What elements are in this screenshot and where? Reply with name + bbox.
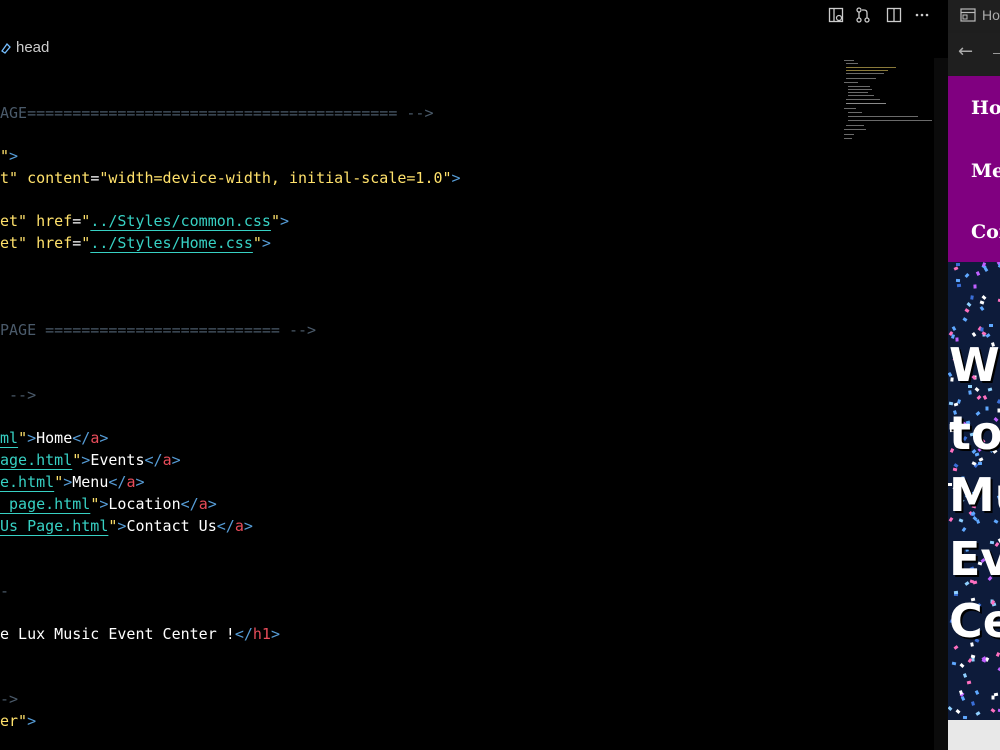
code-line: AGE=====================================… [0,104,434,122]
confetti-piece [964,308,970,313]
preview-tab[interactable]: Ho [948,0,1000,30]
nav-link-contact[interactable]: Contact [971,221,1000,243]
confetti-piece [970,295,974,300]
code-link[interactable]: e.html [0,473,54,491]
code-line: age.html">Events</a> [0,451,181,469]
code-line: "> [0,147,19,165]
confetti-piece [980,327,984,332]
hero-heading-line: Event [949,532,1000,586]
code-line: et" href="../Styles/Home.css"> [0,234,271,252]
code-link[interactable]: ../Styles/common.css [90,212,271,230]
hero-heading-line: to [949,406,1000,460]
confetti-piece [975,271,981,276]
hero-heading-line: Music [949,468,1000,522]
preview-navbar: ← [948,33,1000,75]
code-line: er"> [0,712,37,730]
confetti-piece [959,663,965,668]
confetti-piece [974,690,980,695]
confetti-piece [962,715,968,720]
code-line: --> [0,386,37,404]
confetti-piece [955,278,961,283]
confetti-piece [953,266,959,271]
back-arrow-icon[interactable]: ← [958,41,973,62]
confetti-piece [981,658,987,663]
code-line: -> [0,690,19,708]
nav-link-home[interactable]: Home [971,97,1000,119]
code-line: et" href="../Styles/common.css"> [0,212,289,230]
hero-heading-line: Welcome [949,338,1000,392]
code-line: e Lux Music Event Center !</h1> [0,625,280,643]
minimap[interactable] [840,58,935,148]
confetti-piece [964,273,970,278]
confetti-piece [962,317,968,322]
breadcrumb[interactable]: head [0,37,49,57]
split-editor-icon[interactable] [884,5,904,25]
element-icon [0,41,12,54]
code-editor[interactable]: AGE=====================================… [0,60,840,750]
hero-section: Welcome to Music Event Center [948,262,1000,720]
code-link[interactable]: age.html [0,451,72,469]
confetti-piece [951,326,957,331]
confetti-piece [951,661,957,666]
confetti-piece [982,395,988,400]
confetti-piece [979,306,985,311]
code-line: PAGE ========================== --> [0,321,317,339]
confetti-piece [981,295,987,300]
confetti-piece [966,302,972,307]
preview-icon [960,8,976,22]
editor-toolbar [0,0,948,30]
confetti-piece [990,708,996,713]
confetti-piece [955,709,961,714]
confetti-piece [979,300,985,305]
code-line: Us Page.html">Contact Us</a> [0,517,253,535]
breadcrumb-label: head [16,38,50,56]
code-link[interactable]: ml [0,429,18,447]
code-line: ml">Home</a> [0,429,109,447]
site-nav-menu: Home Menu Contact [948,76,1000,262]
code-line: - [0,582,10,600]
confetti-piece [958,690,964,695]
confetti-piece [971,701,975,706]
confetti-piece [971,332,977,337]
editor-scrollbar[interactable] [934,58,948,750]
source-control-icon[interactable] [853,5,873,25]
open-preview-icon[interactable] [826,5,846,25]
confetti-piece [991,695,995,700]
confetti-piece [970,654,976,659]
more-actions-icon[interactable] [912,5,932,25]
code-link[interactable]: ../Styles/Home.css [90,234,253,252]
code-line: page.html">Location</a> [0,495,217,513]
nav-link-menu[interactable]: Menu [971,160,1000,182]
code-link[interactable]: page.html [0,495,90,513]
confetti-piece [975,711,981,716]
confetti-piece [948,401,954,406]
confetti-piece [973,284,977,289]
confetti-piece [948,706,953,711]
confetti-piece [995,652,1000,657]
code-line: e.html">Menu</a> [0,473,145,491]
code-line: t" content="width=device-width, initial-… [0,169,461,187]
hero-heading-line: Center [949,594,1000,648]
confetti-piece [983,267,989,272]
confetti-piece [967,658,973,663]
confetti-piece [962,673,968,678]
preview-pane[interactable]: Ho ← Home Menu Contact Welcome to Music … [948,0,1000,750]
confetti-piece [966,680,972,685]
confetti-piece [976,395,982,400]
preview-tab-label: Ho [982,7,1000,23]
confetti-piece [956,283,962,288]
confetti-piece [989,324,993,327]
preview-footer-strip [948,720,1000,750]
code-link[interactable]: Us Page.html [0,517,108,535]
